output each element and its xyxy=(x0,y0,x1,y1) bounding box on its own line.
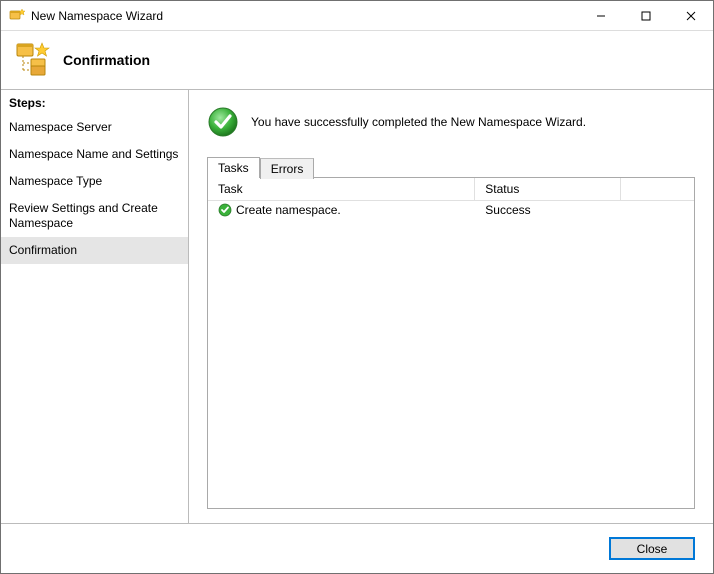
success-message: You have successfully completed the New … xyxy=(251,115,586,129)
close-button[interactable]: Close xyxy=(609,537,695,560)
steps-heading: Steps: xyxy=(1,90,188,114)
task-row[interactable]: Create namespace. Success xyxy=(208,201,694,219)
column-header-spare xyxy=(621,178,694,200)
task-success-icon xyxy=(218,203,232,217)
step-item-label: Namespace Type xyxy=(9,174,102,188)
wizard-header-icon xyxy=(15,42,51,78)
success-check-icon xyxy=(207,106,239,138)
minimize-button[interactable] xyxy=(578,1,623,30)
step-item[interactable]: Confirmation xyxy=(1,237,188,264)
task-label: Create namespace. xyxy=(236,203,341,217)
wizard-body: Steps: Namespace Server Namespace Name an… xyxy=(1,89,713,523)
step-item[interactable]: Namespace Server xyxy=(1,114,188,141)
task-cell: Create namespace. xyxy=(208,203,475,217)
success-row: You have successfully completed the New … xyxy=(207,106,695,138)
titlebar: New Namespace Wizard xyxy=(1,1,713,31)
step-item[interactable]: Namespace Type xyxy=(1,168,188,195)
column-header-task[interactable]: Task xyxy=(208,178,475,200)
step-item-label: Namespace Name and Settings xyxy=(9,147,178,161)
wizard-title-icon xyxy=(9,8,25,24)
step-item-label: Confirmation xyxy=(9,243,77,257)
task-table-header: Task Status xyxy=(208,178,694,201)
wizard-step-title: Confirmation xyxy=(63,52,150,68)
step-item[interactable]: Namespace Name and Settings xyxy=(1,141,188,168)
wizard-footer: Close xyxy=(1,523,713,573)
window-controls xyxy=(578,1,713,30)
step-item[interactable]: Review Settings and Create Namespace xyxy=(1,195,188,237)
wizard-window: New Namespace Wizard xyxy=(0,0,714,574)
window-title: New Namespace Wizard xyxy=(31,9,578,23)
column-header-status[interactable]: Status xyxy=(475,178,621,200)
steps-panel: Steps: Namespace Server Namespace Name an… xyxy=(1,90,189,523)
maximize-button[interactable] xyxy=(623,1,668,30)
tab-bar: TasksErrors xyxy=(207,156,695,177)
wizard-header: Confirmation xyxy=(1,31,713,89)
step-item-label: Review Settings and Create Namespace xyxy=(9,201,158,230)
step-item-label: Namespace Server xyxy=(9,120,112,134)
tasks-tab-content: Task Status Create namespace. Success xyxy=(207,177,695,509)
content-panel: You have successfully completed the New … xyxy=(189,90,713,523)
task-rows: Create namespace. Success xyxy=(208,201,694,508)
tab-tasks[interactable]: Tasks xyxy=(207,157,260,178)
tab-errors[interactable]: Errors xyxy=(260,158,315,179)
status-cell: Success xyxy=(475,203,621,217)
close-window-button[interactable] xyxy=(668,1,713,30)
